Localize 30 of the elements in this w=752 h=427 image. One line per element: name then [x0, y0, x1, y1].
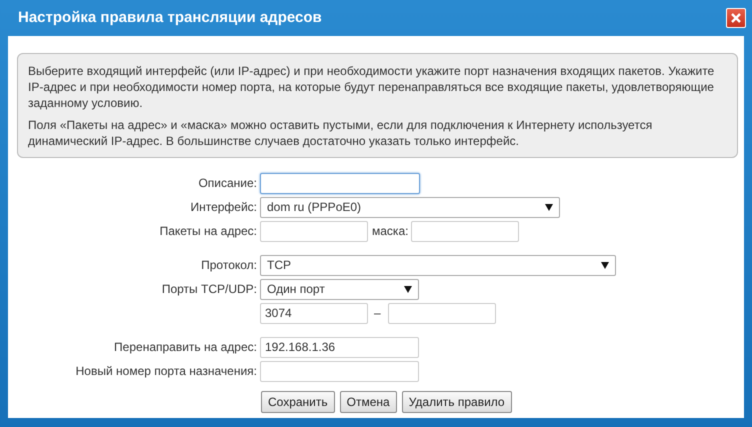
info-text: Поля «Пакеты на адрес» и «маска» можно оставить пустыми, если для подключения к Интернету используется динамический IP-адрес. В большинстве случаев достаточно указать только интерфейс. — [28, 117, 654, 149]
field-label: Новый номер порта назначения: — [74, 363, 258, 380]
input-field[interactable] — [260, 172, 420, 194]
field-label: Порты TCP/UDP: — [160, 281, 258, 298]
field-label: Перенаправить на адрес: — [113, 339, 258, 356]
input-field[interactable] — [388, 302, 496, 324]
input-field[interactable]: 192.168.1.36 — [260, 336, 419, 358]
field-label: Протокол: — [200, 257, 258, 274]
field-label: Интерфейс: — [189, 199, 258, 216]
form-button[interactable]: Отмена — [340, 391, 397, 413]
caret-icon — [404, 286, 412, 292]
form-button[interactable]: Сохранить — [261, 391, 335, 413]
window-title: Настройка правила трансляции адресов — [18, 8, 322, 28]
caret-icon — [545, 204, 553, 210]
close-icon — [730, 12, 742, 24]
field-label: Пакеты на адрес: — [158, 223, 258, 240]
field-label: маска: — [371, 223, 410, 240]
input-field[interactable]: 3074 — [260, 302, 368, 324]
input-field[interactable] — [260, 220, 368, 242]
dropdown[interactable]: TCP — [260, 254, 616, 276]
range-dash: – — [373, 305, 382, 322]
info-text: Выберите входящий интерфейс (или IP-адрес) и при необходимости укажите порт назначения входящих пакетов. Укажите IP-адрес и при необходимости номер порта, на которые будут перенаправляться все входящие пакеты, удовлетворяющие заданному условию. — [28, 63, 716, 111]
input-field[interactable] — [411, 220, 520, 242]
form-button[interactable]: Удалить правило — [402, 391, 512, 413]
input-field[interactable] — [260, 360, 419, 382]
field-label: Описание: — [197, 175, 258, 192]
caret-icon — [601, 262, 609, 268]
close-button[interactable] — [726, 8, 746, 28]
dropdown[interactable]: dom ru (PPPoE0) — [260, 196, 560, 218]
dropdown[interactable]: Один порт — [260, 278, 419, 300]
